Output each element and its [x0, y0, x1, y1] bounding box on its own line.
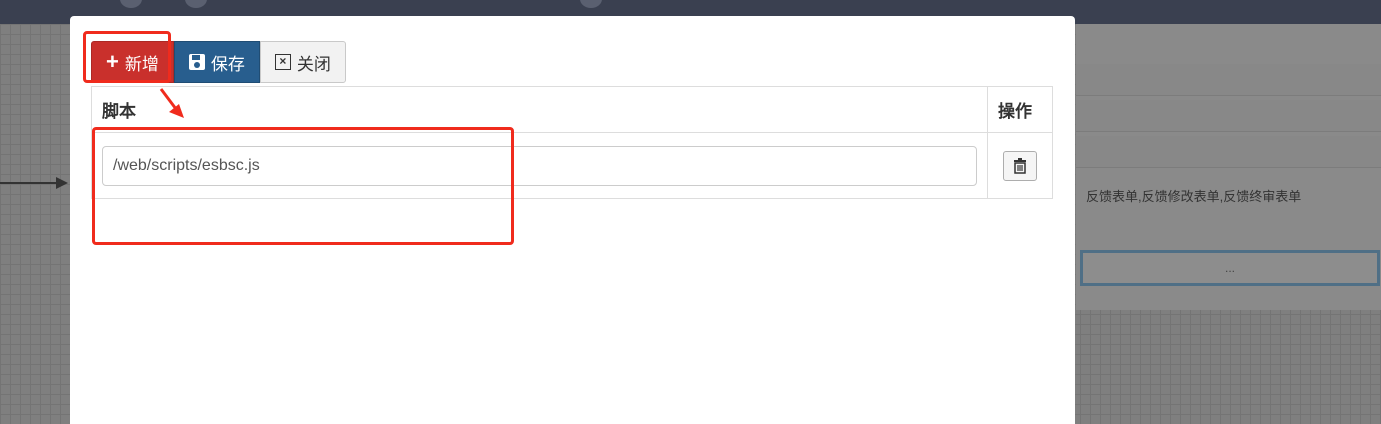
annotation-arrow-icon: [159, 88, 184, 118]
